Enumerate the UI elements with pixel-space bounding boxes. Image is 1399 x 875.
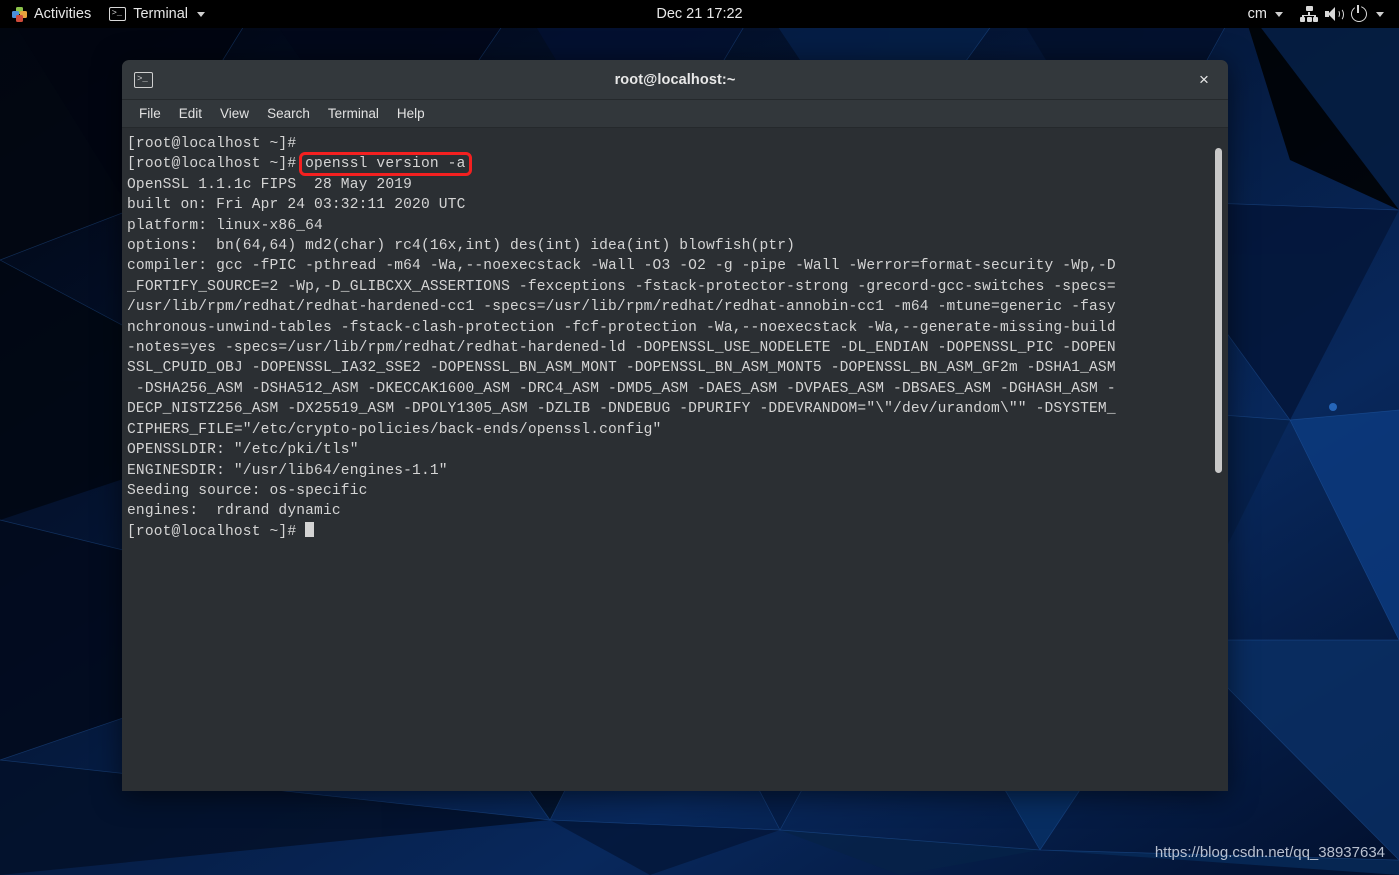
network-wired-icon (1300, 6, 1318, 22)
menu-item-search[interactable]: Search (258, 103, 319, 124)
terminal-cursor (305, 521, 314, 537)
activities-label: Activities (34, 6, 92, 22)
window-title: root@localhost:~ (614, 71, 736, 88)
top-bar-left: Activities Terminal (0, 0, 214, 28)
activities-button[interactable]: Activities (0, 0, 100, 28)
terminal-window[interactable]: root@localhost:~ × File Edit View Search… (122, 60, 1228, 791)
app-menu-terminal[interactable]: Terminal (100, 0, 214, 28)
menu-item-edit[interactable]: Edit (170, 103, 211, 124)
chevron-down-icon (1275, 11, 1283, 17)
menu-bar: File Edit View Search Terminal Help (122, 100, 1228, 128)
terminal-icon (134, 71, 153, 88)
desktop: Activities Terminal Dec 21 17:22 cm (0, 0, 1399, 875)
gnome-top-bar: Activities Terminal Dec 21 17:22 cm (0, 0, 1399, 28)
chevron-down-icon (1376, 11, 1384, 17)
system-status-menu[interactable] (1293, 0, 1391, 28)
volume-icon (1325, 6, 1344, 22)
watermark: https://blog.csdn.net/qq_38937634 (1154, 844, 1385, 861)
app-menu-label: Terminal (133, 6, 189, 22)
power-icon (1351, 4, 1367, 22)
chevron-down-icon (197, 11, 206, 17)
close-button[interactable]: × (1190, 66, 1218, 94)
scrollbar-thumb[interactable] (1215, 148, 1222, 473)
input-source-indicator[interactable]: cm (1241, 0, 1290, 28)
top-bar-right: cm (1241, 0, 1391, 28)
window-titlebar[interactable]: root@localhost:~ × (122, 60, 1228, 100)
terminal-icon (109, 6, 127, 21)
terminal-output: [root@localhost ~]# [root@localhost ~]# … (127, 136, 1116, 540)
menu-item-help[interactable]: Help (388, 103, 434, 124)
input-source-label: cm (1247, 6, 1267, 22)
menu-item-terminal[interactable]: Terminal (319, 103, 388, 124)
menu-item-file[interactable]: File (130, 103, 170, 124)
terminal-screen[interactable]: [root@localhost ~]# [root@localhost ~]# … (122, 128, 1228, 791)
menu-item-view[interactable]: View (211, 103, 258, 124)
terminal-scrollbar[interactable] (1211, 128, 1225, 791)
activities-grid-icon (12, 6, 27, 22)
